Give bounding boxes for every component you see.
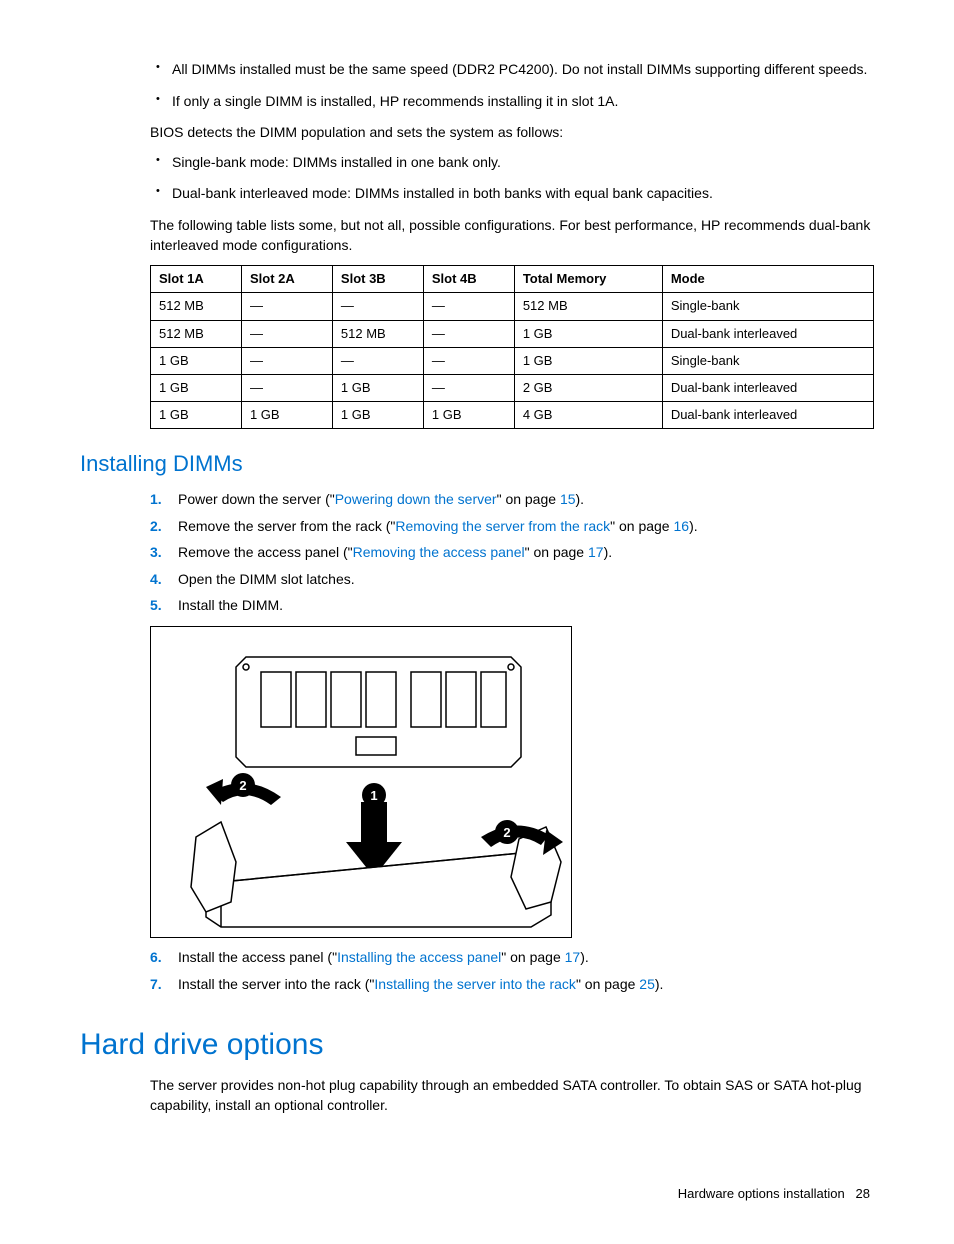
table-cell: 1 GB <box>151 402 242 429</box>
table-cell: 1 GB <box>151 374 242 401</box>
table-cell: 4 GB <box>514 402 662 429</box>
table-cell: — <box>423 374 514 401</box>
bios-paragraph: BIOS detects the DIMM population and set… <box>150 123 874 143</box>
table-cell: Dual-bank interleaved <box>662 402 873 429</box>
cross-ref-link[interactable]: Removing the server from the rack <box>395 518 610 534</box>
table-header: Slot 3B <box>332 266 423 293</box>
cross-ref-link[interactable]: Powering down the server <box>335 491 497 507</box>
table-cell: 512 MB <box>514 293 662 320</box>
step-item: Install the DIMM. <box>150 596 874 616</box>
cross-ref-link[interactable]: Installing the server into the rack <box>374 976 576 992</box>
table-row: 1 GB1 GB1 GB1 GB4 GBDual-bank interleave… <box>151 402 874 429</box>
table-cell: — <box>332 293 423 320</box>
install-steps-list-cont: Install the access panel ("Installing th… <box>150 948 874 994</box>
table-cell: 1 GB <box>241 402 332 429</box>
table-cell: 1 GB <box>151 347 242 374</box>
intro-block: All DIMMs installed must be the same spe… <box>150 60 874 429</box>
table-cell: — <box>241 320 332 347</box>
table-row: 512 MB———512 MBSingle-bank <box>151 293 874 320</box>
table-cell: Single-bank <box>662 293 873 320</box>
table-cell: 1 GB <box>423 402 514 429</box>
footer-section-label: Hardware options installation <box>678 1186 845 1201</box>
table-header: Slot 2A <box>241 266 332 293</box>
table-cell: Dual-bank interleaved <box>662 320 873 347</box>
table-cell: 1 GB <box>332 374 423 401</box>
table-header: Total Memory <box>514 266 662 293</box>
step-item: Install the server into the rack ("Insta… <box>150 975 874 995</box>
table-header: Slot 4B <box>423 266 514 293</box>
table-cell: Dual-bank interleaved <box>662 374 873 401</box>
table-cell: 2 GB <box>514 374 662 401</box>
dimm-rules-list: All DIMMs installed must be the same spe… <box>150 60 874 111</box>
cross-ref-link[interactable]: Installing the access panel <box>337 949 501 965</box>
footer-page-number: 28 <box>856 1186 870 1201</box>
table-cell: — <box>423 347 514 374</box>
dimm-install-figure: 1 2 2 <box>150 626 572 938</box>
installing-dimms-heading: Installing DIMMs <box>80 449 874 480</box>
table-row: 1 GB—1 GB—2 GBDual-bank interleaved <box>151 374 874 401</box>
list-item: All DIMMs installed must be the same spe… <box>150 60 874 80</box>
table-row: 1 GB———1 GBSingle-bank <box>151 347 874 374</box>
page-ref-link[interactable]: 25 <box>639 976 655 992</box>
step-item: Open the DIMM slot latches. <box>150 570 874 590</box>
install-steps-block: Power down the server ("Powering down th… <box>150 490 874 994</box>
step-item: Remove the server from the rack ("Removi… <box>150 517 874 537</box>
page-ref-link[interactable]: 17 <box>588 544 604 560</box>
table-intro-paragraph: The following table lists some, but not … <box>150 216 874 255</box>
table-cell: — <box>241 347 332 374</box>
table-cell: 512 MB <box>151 293 242 320</box>
table-cell: — <box>332 347 423 374</box>
page-ref-link[interactable]: 15 <box>560 491 576 507</box>
list-item: Dual-bank interleaved mode: DIMMs instal… <box>150 184 874 204</box>
hdd-paragraph: The server provides non-hot plug capabil… <box>150 1076 874 1115</box>
list-item: Single-bank mode: DIMMs installed in one… <box>150 153 874 173</box>
table-cell: 1 GB <box>332 402 423 429</box>
hard-drive-options-heading: Hard drive options <box>80 1024 874 1066</box>
table-cell: 512 MB <box>332 320 423 347</box>
page-ref-link[interactable]: 17 <box>565 949 581 965</box>
dimm-config-table: Slot 1ASlot 2ASlot 3BSlot 4BTotal Memory… <box>150 265 874 429</box>
table-header: Slot 1A <box>151 266 242 293</box>
page-footer: Hardware options installation 28 <box>80 1185 874 1203</box>
install-steps-list: Power down the server ("Powering down th… <box>150 490 874 616</box>
table-header: Mode <box>662 266 873 293</box>
table-cell: 1 GB <box>514 320 662 347</box>
table-cell: 1 GB <box>514 347 662 374</box>
table-cell: — <box>241 293 332 320</box>
hdd-block: The server provides non-hot plug capabil… <box>150 1076 874 1115</box>
table-cell: 512 MB <box>151 320 242 347</box>
step-item: Remove the access panel ("Removing the a… <box>150 543 874 563</box>
figure-label-2b: 2 <box>503 825 510 840</box>
table-cell: — <box>423 320 514 347</box>
step-item: Power down the server ("Powering down th… <box>150 490 874 510</box>
mode-list: Single-bank mode: DIMMs installed in one… <box>150 153 874 204</box>
table-row: 512 MB—512 MB—1 GBDual-bank interleaved <box>151 320 874 347</box>
figure-label-2a: 2 <box>239 778 246 793</box>
table-cell: — <box>423 293 514 320</box>
cross-ref-link[interactable]: Removing the access panel <box>353 544 525 560</box>
table-cell: Single-bank <box>662 347 873 374</box>
figure-label-1: 1 <box>370 788 377 803</box>
table-cell: — <box>241 374 332 401</box>
step-item: Install the access panel ("Installing th… <box>150 948 874 968</box>
list-item: If only a single DIMM is installed, HP r… <box>150 92 874 112</box>
page-ref-link[interactable]: 16 <box>673 518 689 534</box>
